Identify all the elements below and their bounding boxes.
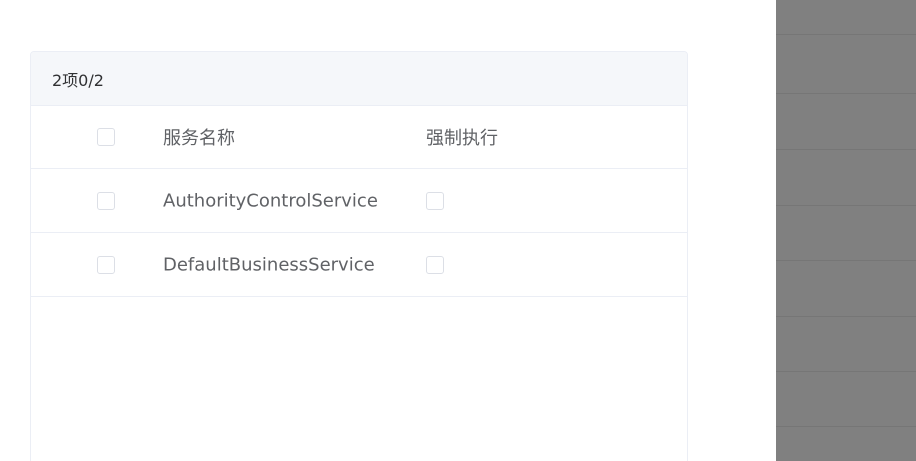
service-name: DefaultBusinessService [163,254,375,275]
transfer-panel: 2项0/2 服务名称 强制执行 AuthorityControlService … [30,51,688,461]
force-execute-checkbox[interactable] [426,191,444,210]
force-execute-cell [426,191,444,210]
overlay-divider [776,426,916,427]
panel-header-count: 2项0/2 [52,70,104,90]
row-select-cell [97,255,115,274]
column-header-force-execute: 强制执行 [426,128,498,149]
overlay-divider [776,371,916,372]
modal-backdrop-overlay[interactable] [776,0,916,461]
overlay-divider [776,149,916,150]
page: 2项0/2 服务名称 强制执行 AuthorityControlService … [0,0,916,461]
overlay-divider [776,205,916,206]
row-select-cell [97,191,115,210]
row-select-checkbox[interactable] [97,255,115,274]
table-header-row: 服务名称 强制执行 [31,106,687,169]
force-execute-cell [426,255,444,274]
overlay-divider [776,93,916,94]
overlay-divider [776,260,916,261]
overlay-divider [776,34,916,35]
select-all-checkbox[interactable] [97,128,115,146]
overlay-divider [776,316,916,317]
panel-header: 2项0/2 [31,52,687,106]
table-row[interactable]: DefaultBusinessService [31,233,687,297]
service-name: AuthorityControlService [163,190,378,211]
column-header-service-name: 服务名称 [163,128,235,149]
select-all-cell [97,128,115,146]
table-row[interactable]: AuthorityControlService [31,169,687,233]
row-select-checkbox[interactable] [97,191,115,210]
force-execute-checkbox[interactable] [426,255,444,274]
